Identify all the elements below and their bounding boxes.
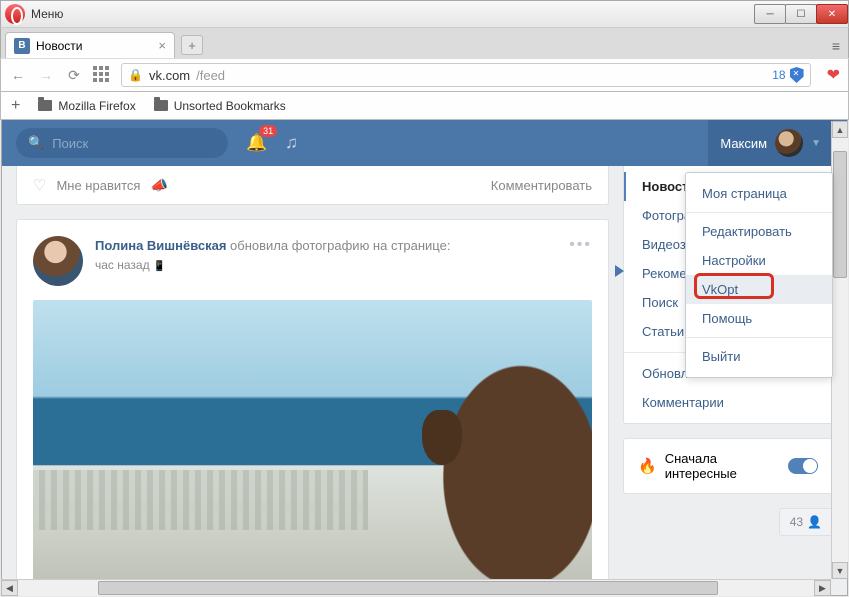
scroll-left-button[interactable]: ◀ (1, 580, 18, 596)
bookmark-label: Unsorted Bookmarks (174, 99, 286, 113)
like-label[interactable]: Мне нравится (56, 178, 140, 193)
scroll-thumb[interactable] (98, 581, 719, 595)
url-domain: vk.com (149, 68, 190, 83)
dropdown-vkopt[interactable]: VkOpt (686, 275, 832, 304)
notification-badge: 31 (259, 125, 277, 137)
add-bookmark-button[interactable]: + (11, 97, 20, 115)
tab-active[interactable]: B Новости × (5, 32, 175, 58)
nav-back-button[interactable]: ← (9, 66, 27, 84)
prev-post-footer: ♡ Мне нравится 📣 Комментировать (16, 166, 609, 205)
dropdown-edit[interactable]: Редактировать (686, 217, 832, 246)
triangle-icon (615, 265, 624, 277)
flame-icon: 🔥 (638, 457, 657, 475)
scroll-right-button[interactable]: ▶ (814, 580, 831, 596)
notifications-icon[interactable]: 🔔31 (246, 133, 267, 153)
scroll-up-button[interactable]: ▲ (832, 121, 848, 138)
comment-button[interactable]: Комментировать (491, 178, 592, 193)
vk-header: 🔍 Поиск 🔔31 ♫ Максим ▼ (2, 120, 847, 166)
dropdown-help[interactable]: Помощь (686, 304, 832, 333)
share-icon[interactable]: 📣 (150, 177, 167, 194)
like-icon[interactable]: ♡ (33, 176, 46, 194)
feed-post: Полина Вишнёвская обновила фотографию на… (16, 219, 609, 596)
user-menu-button[interactable]: Максим ▼ (708, 120, 833, 166)
tabstrip-menu-icon[interactable]: ≡ (832, 38, 848, 58)
interesting-first-card: 🔥 Сначала интересные (623, 438, 833, 494)
url-bar: ← → ⟳ 🔒 vk.com/feed 18 ❤ (0, 58, 849, 92)
shield-icon[interactable] (790, 67, 804, 83)
vk-body: ♡ Мне нравится 📣 Комментировать Полина В… (2, 166, 847, 595)
music-icon[interactable]: ♫ (285, 133, 298, 153)
search-icon: 🔍 (28, 135, 44, 151)
divider (686, 337, 832, 338)
window-titlebar: Меню ─ ☐ ✕ (0, 0, 849, 28)
new-tab-button[interactable]: + (181, 35, 203, 55)
vk-favicon-icon: B (14, 38, 30, 54)
scroll-track[interactable] (18, 580, 814, 596)
adblock-count: 18 (772, 68, 785, 82)
user-dropdown: Моя страница Редактировать Настройки VkO… (685, 172, 833, 378)
mobile-icon: 📱 (153, 261, 165, 272)
tab-close-icon[interactable]: × (158, 38, 166, 53)
avatar (775, 129, 803, 157)
post-timestamp: час назад 📱 (95, 256, 450, 274)
post-avatar[interactable] (33, 236, 83, 286)
post-more-button[interactable]: ••• (569, 236, 592, 254)
interesting-toggle[interactable] (788, 458, 818, 474)
folder-icon (38, 100, 52, 111)
speed-dial-icon[interactable] (93, 66, 111, 84)
scroll-track[interactable] (832, 138, 848, 562)
interesting-label: Сначала интересные (665, 451, 780, 481)
opera-icon (5, 4, 25, 24)
post-author-link[interactable]: Полина Вишнёвская (95, 238, 226, 253)
tab-strip: B Новости × + ≡ (0, 28, 849, 58)
search-placeholder: Поиск (52, 136, 88, 151)
scroll-thumb[interactable] (833, 151, 847, 278)
bookmarks-bar: + Mozilla Firefox Unsorted Bookmarks (0, 92, 849, 120)
scroll-down-button[interactable]: ▼ (832, 562, 848, 579)
folder-icon (154, 100, 168, 111)
post-header: Полина Вишнёвская обновила фотографию на… (33, 236, 592, 286)
bookmark-firefox[interactable]: Mozilla Firefox (38, 99, 135, 113)
url-path: /feed (196, 68, 225, 83)
chevron-down-icon: ▼ (811, 138, 821, 149)
nav-forward-button: → (37, 66, 55, 84)
titlebar-menu-label[interactable]: Меню (31, 7, 63, 21)
bookmark-label: Mozilla Firefox (58, 99, 135, 113)
username-label: Максим (720, 136, 767, 151)
vertical-scrollbar[interactable]: ▲ ▼ (831, 121, 848, 579)
vk-search-input[interactable]: 🔍 Поиск (16, 128, 228, 158)
close-button[interactable]: ✕ (816, 4, 848, 24)
post-photo[interactable] (33, 300, 592, 596)
sidebar-tab-comments[interactable]: Комментарии (624, 388, 832, 417)
horizontal-scrollbar[interactable]: ◀ ▶ (1, 579, 831, 596)
divider (686, 212, 832, 213)
lock-icon: 🔒 (128, 68, 143, 82)
feed-column: ♡ Мне нравится 📣 Комментировать Полина В… (16, 166, 609, 595)
minimize-button[interactable]: ─ (754, 4, 786, 24)
address-field[interactable]: 🔒 vk.com/feed 18 (121, 63, 811, 87)
dropdown-my-page[interactable]: Моя страница (686, 179, 832, 208)
sidebar-column: Новости Фотографии Видеозаписи Рекоменда… (623, 166, 833, 595)
person-icon: 👤 (807, 515, 822, 529)
new-posts-count[interactable]: 43👤 (779, 508, 833, 536)
reload-button[interactable]: ⟳ (65, 66, 83, 84)
window-controls: ─ ☐ ✕ (755, 4, 848, 24)
tab-title: Новости (36, 39, 82, 53)
page-viewport: 🔍 Поиск 🔔31 ♫ Максим ▼ ♡ Мне нравится 📣 … (1, 120, 848, 596)
bookmark-heart-icon[interactable]: ❤ (827, 65, 840, 85)
maximize-button[interactable]: ☐ (785, 4, 817, 24)
post-action-text: обновила фотографию на странице: (230, 238, 450, 253)
dropdown-logout[interactable]: Выйти (686, 342, 832, 371)
bookmark-unsorted[interactable]: Unsorted Bookmarks (154, 99, 286, 113)
dropdown-settings[interactable]: Настройки (686, 246, 832, 275)
